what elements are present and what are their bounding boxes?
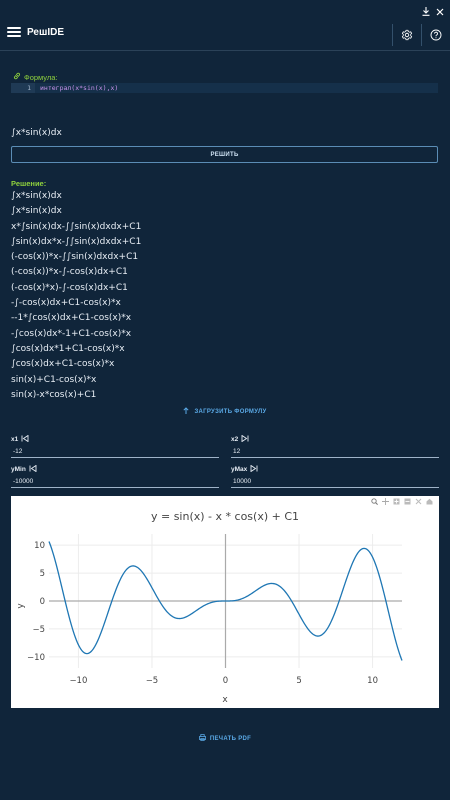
zoom-out-icon[interactable] [404, 498, 411, 505]
solution-step: x*∫sin(x)dx-∫∫sin(x)dxdx+C1 [11, 221, 142, 232]
solution-step: ∫sin(x)dx*x-∫∫sin(x)dxdx+C1 [11, 236, 142, 247]
zoom-in-icon[interactable] [393, 498, 400, 505]
status-bar [0, 0, 450, 20]
plot-modebar [371, 498, 433, 505]
y-axis-label: y [16, 603, 26, 609]
y-tick-label: 10 [34, 541, 45, 551]
x-axis-label: x [222, 695, 228, 705]
printer-icon [198, 734, 206, 743]
arrow-left-bar-icon [29, 464, 37, 474]
line-number: 1 [11, 83, 35, 93]
reset-home-icon[interactable] [426, 498, 433, 505]
link-icon [13, 72, 21, 82]
formula-label: Формула: [13, 72, 58, 82]
arrow-right-bar-icon [250, 464, 258, 474]
x-tick-label: 0 [223, 676, 228, 686]
pan-icon[interactable] [382, 498, 389, 505]
solution-step: ∫x*sin(x)dx [11, 191, 62, 201]
solution-step: -∫-cos(x)dx+C1-cos(x)*x [11, 298, 121, 309]
solution-step: (-cos(x))*x-∫∫sin(x)dxdx+C1 [11, 252, 139, 263]
app-bar: РешIDE [0, 20, 450, 51]
plot-title: y = sin(x) - x * cos(x) + C1 [151, 510, 299, 523]
formula-editor[interactable]: 1 интеграл(x*sin(x),x) [11, 83, 438, 93]
x-tick-label: 10 [367, 676, 378, 686]
menu-icon[interactable] [7, 25, 21, 39]
x-tick-label: −5 [146, 676, 159, 686]
x2-input[interactable]: 12 [231, 446, 439, 458]
solution-step: ∫x*sin(x)dx [11, 206, 62, 217]
arrow-left-bar-icon [21, 434, 29, 444]
download-status-icon [422, 3, 430, 21]
y-tick-label: −5 [32, 625, 45, 635]
formula-code[interactable]: интеграл(x*sin(x),x) [35, 84, 118, 92]
solution-step: (-cos(x))*x-∫-cos(x)dx+C1 [11, 267, 128, 278]
y-tick-label: −10 [27, 653, 45, 663]
solution-step: ∫cos(x)dx+C1-cos(x)*x [11, 359, 115, 370]
ymax-input[interactable]: 10000 [231, 476, 439, 488]
x-tick-label: 5 [296, 676, 301, 686]
upload-formula-button[interactable]: ЗАГРУЗИТЬ ФОРМУЛУ [0, 407, 450, 416]
settings-gear-icon[interactable] [399, 27, 415, 43]
solution-steps: ∫x*sin(x)dx ∫x*sin(x)dx x*∫sin(x)dx-∫∫sin(… [11, 189, 431, 403]
function-plot[interactable]: y = sin(x) - x * cos(x) + C1 −10 −5 0 5 10 −1… [11, 496, 439, 708]
upload-arrow-icon [183, 407, 189, 416]
formula-preview: ∫x*sin(x)dx [11, 128, 62, 138]
y-tick-label: 0 [40, 597, 45, 607]
x2-field: x2 12 [231, 434, 439, 458]
ymin-input[interactable]: -10000 [11, 476, 219, 488]
close-status-icon[interactable] [436, 3, 444, 21]
plot-tick-labels: −10 −5 0 5 10 −10 −5 0 5 10 [27, 541, 378, 686]
solution-step: sin(x)-x*cos(x)+C1 [11, 389, 97, 400]
ymax-field: yMax 10000 [231, 464, 439, 488]
autoscale-icon[interactable] [415, 498, 422, 505]
solution-step: -∫cos(x)dx*-1+C1-cos(x)*x [11, 328, 132, 339]
solve-button[interactable]: РЕШИТЬ [11, 146, 438, 163]
ymin-field: yMin -10000 [11, 464, 219, 488]
zoom-icon[interactable] [371, 498, 378, 505]
plot-canvas: y = sin(x) - x * cos(x) + C1 −10 −5 0 5 10−1… [16, 510, 403, 705]
help-icon[interactable] [428, 27, 444, 43]
y-tick-label: 5 [40, 569, 45, 579]
x1-field: x1 -12 [11, 434, 219, 458]
solution-label: Решение: [11, 179, 47, 188]
solution-step: (-cos(x)*x)-∫-cos(x)dx+C1 [11, 282, 128, 293]
app-title: РешIDE [27, 27, 64, 38]
solution-step: --1*∫cos(x)dx+C1-cos(x)*x [11, 313, 132, 324]
print-pdf-button[interactable]: ПЕЧАТЬ PDF [0, 734, 450, 743]
solution-step: sin(x)+C1-cos(x)*x [11, 374, 97, 385]
solution-step: ∫cos(x)dx*1+C1-cos(x)*x [11, 343, 125, 354]
x1-input[interactable]: -12 [11, 446, 219, 458]
arrow-right-bar-icon [241, 434, 249, 444]
x-tick-label: −10 [69, 676, 87, 686]
